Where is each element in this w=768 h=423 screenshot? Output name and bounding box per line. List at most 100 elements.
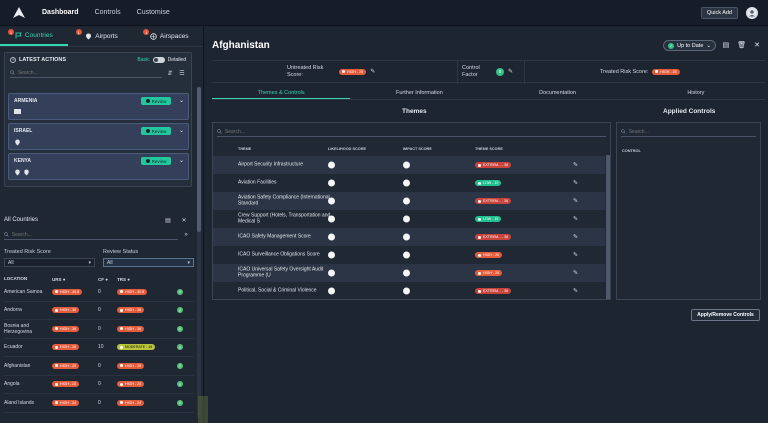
col-trs[interactable]: TRS ● — [117, 277, 177, 282]
filter-label: Treated Risk Score — [4, 249, 51, 255]
table-row[interactable]: Aviation Facilities LOW - 10 ✎ — [213, 174, 605, 192]
table-row[interactable]: American Samoa HIGH - 40.8 0 HIGH - 40.8 ✓ — [4, 283, 194, 302]
review-status-badge[interactable]: Review — [141, 97, 171, 105]
untreated-label: Untreated Risk Score: — [287, 64, 324, 78]
col-cf[interactable]: CF ● — [98, 277, 117, 282]
chevron-down-icon[interactable]: ⌄ — [179, 97, 184, 104]
urs-badge: HIGH - 40.8 — [52, 288, 83, 295]
tab-further-information[interactable]: Further Information — [350, 90, 488, 99]
urs-badge: HIGH - 25 — [52, 381, 80, 387]
countries-search-input[interactable] — [11, 231, 178, 238]
nav-dashboard[interactable]: Dashboard — [42, 9, 79, 16]
col-urs[interactable]: URS ● — [52, 277, 98, 282]
scrollbar-thumb[interactable] — [197, 87, 201, 232]
trs-cell: HIGH - 36 — [117, 307, 177, 314]
flag-icon — [15, 32, 22, 39]
theme-score-badge: LOW - 10 — [475, 180, 502, 186]
trs-badge: HIGH - 40.8 — [117, 288, 148, 295]
check-circle-icon: ✓ — [177, 381, 183, 388]
chevron-down-icon[interactable]: ⌄ — [179, 127, 184, 134]
latest-actions-title: LATEST ACTIONS — [19, 57, 67, 63]
quick-add-button[interactable]: Quick Add — [700, 7, 738, 19]
review-status-badge[interactable]: Review — [141, 127, 171, 135]
countries-table-header: LOCATION URS ● CF ● TRS ● — [4, 275, 194, 283]
tab-themes-controls[interactable]: Themes & Controls — [212, 90, 351, 99]
review-status-select[interactable]: All ▾ — [103, 258, 194, 267]
location-cell: Andorra — [4, 307, 22, 314]
action-card-kenya[interactable]: KENYA Review ⌄ — [8, 153, 189, 180]
sort-icon[interactable]: ⇵ — [166, 69, 174, 77]
table-row[interactable]: Afghanistan HIGH - 25 0 HIGH - 25 ✓ — [4, 357, 194, 376]
table-row[interactable]: Crew Support (Hotels, Transportation and… — [213, 210, 605, 228]
pencil-icon[interactable]: ✎ — [573, 216, 578, 223]
impact-score-indicator — [403, 215, 410, 223]
table-row[interactable]: ICAO Surveillance Obligations Score HIGH … — [213, 246, 605, 264]
pencil-icon[interactable]: ✎ — [573, 270, 578, 277]
user-avatar[interactable] — [746, 7, 758, 19]
pencil-icon[interactable]: ✎ — [573, 180, 578, 187]
table-row[interactable]: Aviation Safety Compliance (Internationa… — [213, 192, 605, 210]
latest-search-input[interactable] — [17, 69, 162, 76]
applied-search-input[interactable] — [628, 128, 756, 135]
review-status-badge[interactable]: Review — [141, 157, 171, 165]
apply-remove-controls-button[interactable]: Apply/Remove Controls — [691, 309, 760, 321]
table-row[interactable]: Angola HIGH - 25 0 HIGH - 25 ✓ — [4, 376, 194, 394]
col-impact[interactable]: IMPACT SCORE — [403, 147, 432, 151]
table-row[interactable]: Bosnia and Herzegovina HIGH - 36 0 HIGH - 3… — [4, 320, 194, 339]
pencil-icon[interactable]: ✎ — [573, 234, 578, 241]
col-location[interactable]: LOCATION — [4, 276, 52, 282]
trs-cell: HIGH - 25 — [117, 381, 177, 388]
trash-icon[interactable]: 🗑 — [737, 41, 746, 49]
themes-search-input[interactable] — [224, 128, 606, 135]
tab-airports[interactable]: 1 Airports — [68, 27, 136, 46]
status-dropdown[interactable]: ✓ Up to Date ⌄ — [663, 40, 716, 51]
table-row[interactable]: ICAO Safety Management Score EXTREM... - … — [213, 228, 605, 246]
close-icon[interactable]: ✕ — [180, 216, 188, 224]
table-row[interactable]: Political, Social & Criminal Violence EXT… — [213, 282, 605, 300]
impact-score-indicator — [403, 197, 410, 205]
pencil-icon[interactable]: ✎ — [573, 252, 578, 259]
col-theme-score[interactable]: THEME SCORE — [475, 147, 503, 151]
pencil-icon[interactable]: ✎ — [508, 68, 513, 75]
collapse-chevron-icon[interactable]: » — [182, 231, 190, 239]
tab-countries[interactable]: 1 Countries — [0, 27, 68, 46]
action-card-armenia[interactable]: ARMENIA Review ⌄ — [8, 93, 189, 120]
reviewed-cell: ✓ — [177, 307, 187, 314]
themes-scrollbar[interactable] — [606, 155, 610, 299]
table-row[interactable]: Andorra HIGH - 36 0 HIGH - 36 ✓ — [4, 302, 194, 320]
urs-cell: HIGH - 26 — [52, 344, 98, 351]
close-icon[interactable]: ✕ — [754, 41, 760, 49]
table-row[interactable]: Aland Islands HIGH - 24 0 HIGH - 24 ✓ — [4, 394, 194, 413]
scrollbar-thumb[interactable] — [606, 155, 610, 299]
action-card-israel[interactable]: ISRAEL Review ⌄ — [8, 123, 189, 150]
chevron-down-icon[interactable]: ⌄ — [179, 157, 184, 164]
treated-risk-select[interactable]: All ▾ — [4, 258, 95, 267]
export-document-icon[interactable]: ▤ — [164, 216, 172, 224]
export-document-icon[interactable]: ▤ — [723, 41, 730, 49]
urs-cell: HIGH - 25 — [52, 362, 98, 370]
pencil-icon[interactable]: ✎ — [370, 68, 375, 75]
app-logo[interactable] — [8, 2, 30, 24]
table-row[interactable]: Airport Security Infrastructure EXTREM...… — [213, 156, 605, 174]
page-title: Afghanistan — [212, 40, 270, 51]
likelihood-score-indicator — [328, 179, 335, 187]
col-likelihood[interactable]: LIKELIHOOD SCORE — [328, 147, 366, 151]
reviewed-cell: ✓ — [177, 362, 187, 369]
pencil-icon[interactable]: ✎ — [573, 198, 578, 205]
col-control[interactable]: CONTROL — [622, 149, 641, 153]
left-scrollbar[interactable] — [197, 87, 201, 417]
filter-sliders-icon[interactable]: ☰ — [178, 69, 186, 77]
col-theme[interactable]: THEME — [238, 147, 251, 151]
detail-toggle[interactable] — [152, 57, 165, 63]
tab-documentation[interactable]: Documentation — [489, 90, 627, 99]
cf-cell: 0 — [98, 307, 101, 314]
pencil-icon[interactable]: ✎ — [573, 162, 578, 169]
pencil-icon[interactable]: ✎ — [573, 288, 578, 295]
table-row[interactable]: ICAO Universal Safety Oversight Audit Pr… — [213, 264, 605, 282]
cf-cell: 0 — [98, 288, 101, 295]
nav-controls[interactable]: Controls — [95, 9, 121, 16]
nav-customise[interactable]: Customise — [137, 9, 170, 16]
tab-history[interactable]: History — [627, 90, 765, 99]
table-row[interactable]: Ecuador HIGH - 26 10 MODERATE - 16 ✓ — [4, 339, 194, 357]
tab-airspaces[interactable]: 1 Airspaces — [135, 27, 203, 46]
